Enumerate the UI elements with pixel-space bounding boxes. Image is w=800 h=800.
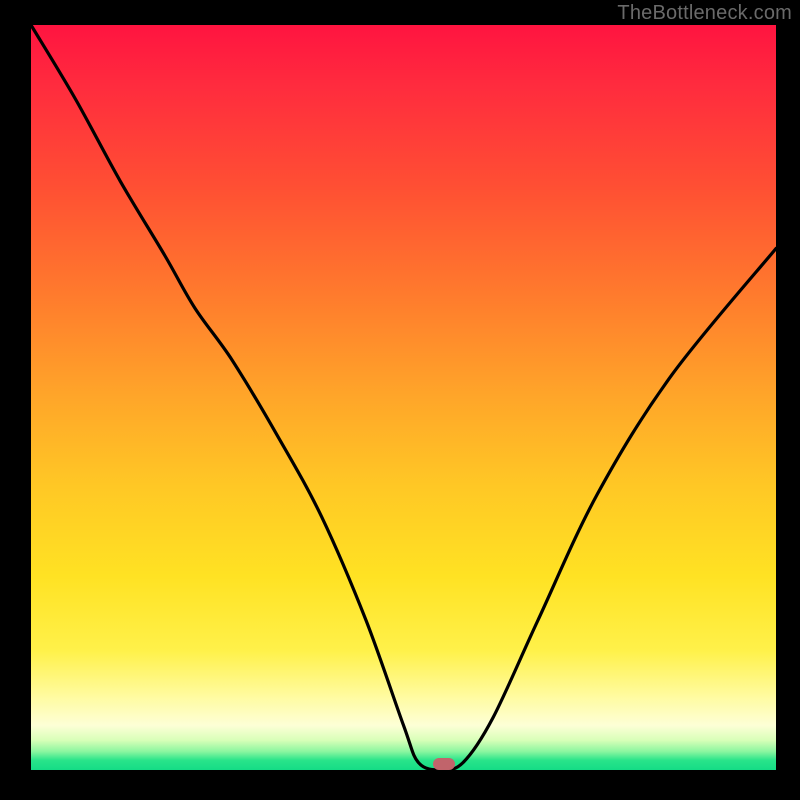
minimum-marker	[433, 758, 455, 770]
plot-area	[31, 25, 776, 770]
chart-frame: TheBottleneck.com	[0, 0, 800, 800]
curve-path	[31, 25, 776, 770]
bottleneck-curve	[31, 25, 776, 770]
watermark-text: TheBottleneck.com	[617, 2, 792, 25]
